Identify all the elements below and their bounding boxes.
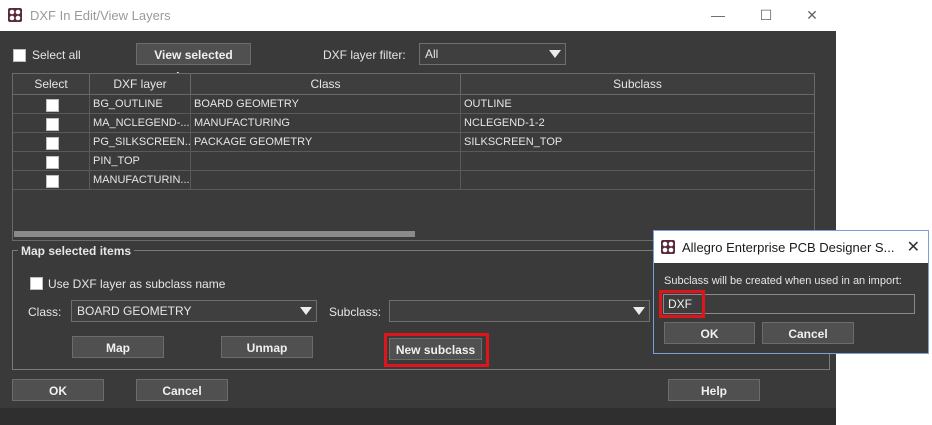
row-checkbox[interactable]	[46, 156, 59, 169]
use-dxf-layer-checkbox[interactable]	[30, 277, 43, 290]
table-cell-class[interactable]: PACKAGE GEOMETRY	[191, 133, 461, 152]
class-label: Class:	[28, 305, 62, 319]
dxf-layer-filter-value: All	[425, 47, 439, 61]
map-button[interactable]: Map	[72, 336, 164, 358]
map-selected-items-label: Map selected items	[18, 244, 135, 258]
table-row-select-cell	[13, 95, 90, 114]
column-header-dxf-layer[interactable]: DXF layer	[90, 74, 191, 95]
table-cell-layer[interactable]: MANUFACTURIN...	[90, 171, 191, 190]
horizontal-scrollbar[interactable]	[14, 231, 415, 237]
table-cell-class[interactable]: MANUFACTURING	[191, 114, 461, 133]
help-button[interactable]: Help	[668, 379, 760, 401]
maximize-button[interactable]: ☐	[752, 4, 780, 26]
highlight-subclass-input	[659, 290, 705, 318]
minimize-button[interactable]: —	[704, 4, 732, 26]
subclass-select[interactable]	[389, 300, 650, 322]
title-bar: DXF In Edit/View Layers — ☐ ✕	[0, 0, 836, 31]
table-cell-class[interactable]	[191, 152, 461, 171]
table-cell-class[interactable]: BOARD GEOMETRY	[191, 95, 461, 114]
row-checkbox[interactable]	[46, 137, 59, 150]
dialog-close-icon[interactable]: ✕	[907, 237, 920, 257]
app-icon	[661, 240, 675, 254]
close-button[interactable]: ✕	[798, 4, 826, 26]
dxf-layer-filter-label: DXF layer filter:	[323, 48, 406, 62]
table-row-select-cell	[13, 114, 90, 133]
view-selected-layers-button[interactable]: View selected layers	[136, 43, 251, 84]
dialog-title: Allegro Enterprise PCB Designer S...	[682, 240, 895, 255]
highlight-new-subclass	[384, 333, 489, 367]
table-row-select-cell	[13, 152, 90, 171]
table-row-select-cell	[13, 171, 90, 190]
layers-table: Select DXF layer Class Subclass BG_OUTLI…	[12, 73, 815, 241]
status-bar	[0, 408, 836, 425]
column-header-subclass[interactable]: Subclass	[461, 74, 814, 95]
table-row-select-cell	[13, 133, 90, 152]
dxf-layers-window: DXF In Edit/View Layers — ☐ ✕ Select all…	[0, 0, 836, 425]
select-all-label: Select all	[32, 48, 81, 62]
table-cell-subclass[interactable]: SILKSCREEN_TOP	[461, 133, 814, 152]
new-subclass-dialog: Allegro Enterprise PCB Designer S... ✕ S…	[653, 230, 929, 354]
row-checkbox[interactable]	[46, 118, 59, 131]
dialog-message: Subclass will be created when used in an…	[664, 275, 902, 287]
select-all-checkbox[interactable]	[13, 49, 26, 62]
chevron-down-icon	[300, 307, 312, 315]
cancel-button[interactable]: Cancel	[136, 379, 228, 401]
app-icon	[8, 8, 22, 22]
row-checkbox[interactable]	[46, 99, 59, 112]
row-checkbox[interactable]	[46, 175, 59, 188]
dialog-ok-button[interactable]: OK	[664, 322, 755, 344]
subclass-label: Subclass:	[329, 305, 382, 319]
table-cell-class[interactable]	[191, 171, 461, 190]
class-select-value: BOARD GEOMETRY	[77, 304, 192, 318]
table-cell-layer[interactable]: MA_NCLEGEND-...	[90, 114, 191, 133]
dialog-cancel-button[interactable]: Cancel	[762, 322, 854, 344]
table-cell-subclass[interactable]	[461, 152, 814, 171]
table-cell-layer[interactable]: BG_OUTLINE	[90, 95, 191, 114]
table-cell-subclass[interactable]	[461, 171, 814, 190]
table-cell-layer[interactable]: PG_SILKSCREEN...	[90, 133, 191, 152]
chevron-down-icon	[633, 307, 645, 315]
table-cell-layer[interactable]: PIN_TOP	[90, 152, 191, 171]
table-cell-subclass[interactable]: NCLEGEND-1-2	[461, 114, 814, 133]
ok-button[interactable]: OK	[12, 379, 104, 401]
window-title: DXF In Edit/View Layers	[30, 8, 171, 23]
column-header-class[interactable]: Class	[191, 74, 461, 95]
unmap-button[interactable]: Unmap	[221, 336, 313, 358]
dialog-title-bar: Allegro Enterprise PCB Designer S... ✕	[654, 231, 928, 263]
class-select[interactable]: BOARD GEOMETRY	[71, 300, 317, 322]
dxf-layer-filter-select[interactable]: All	[419, 43, 566, 65]
chevron-down-icon	[549, 50, 561, 58]
column-header-select[interactable]: Select	[13, 74, 90, 95]
use-dxf-layer-label: Use DXF layer as subclass name	[48, 277, 226, 291]
table-cell-subclass[interactable]: OUTLINE	[461, 95, 814, 114]
